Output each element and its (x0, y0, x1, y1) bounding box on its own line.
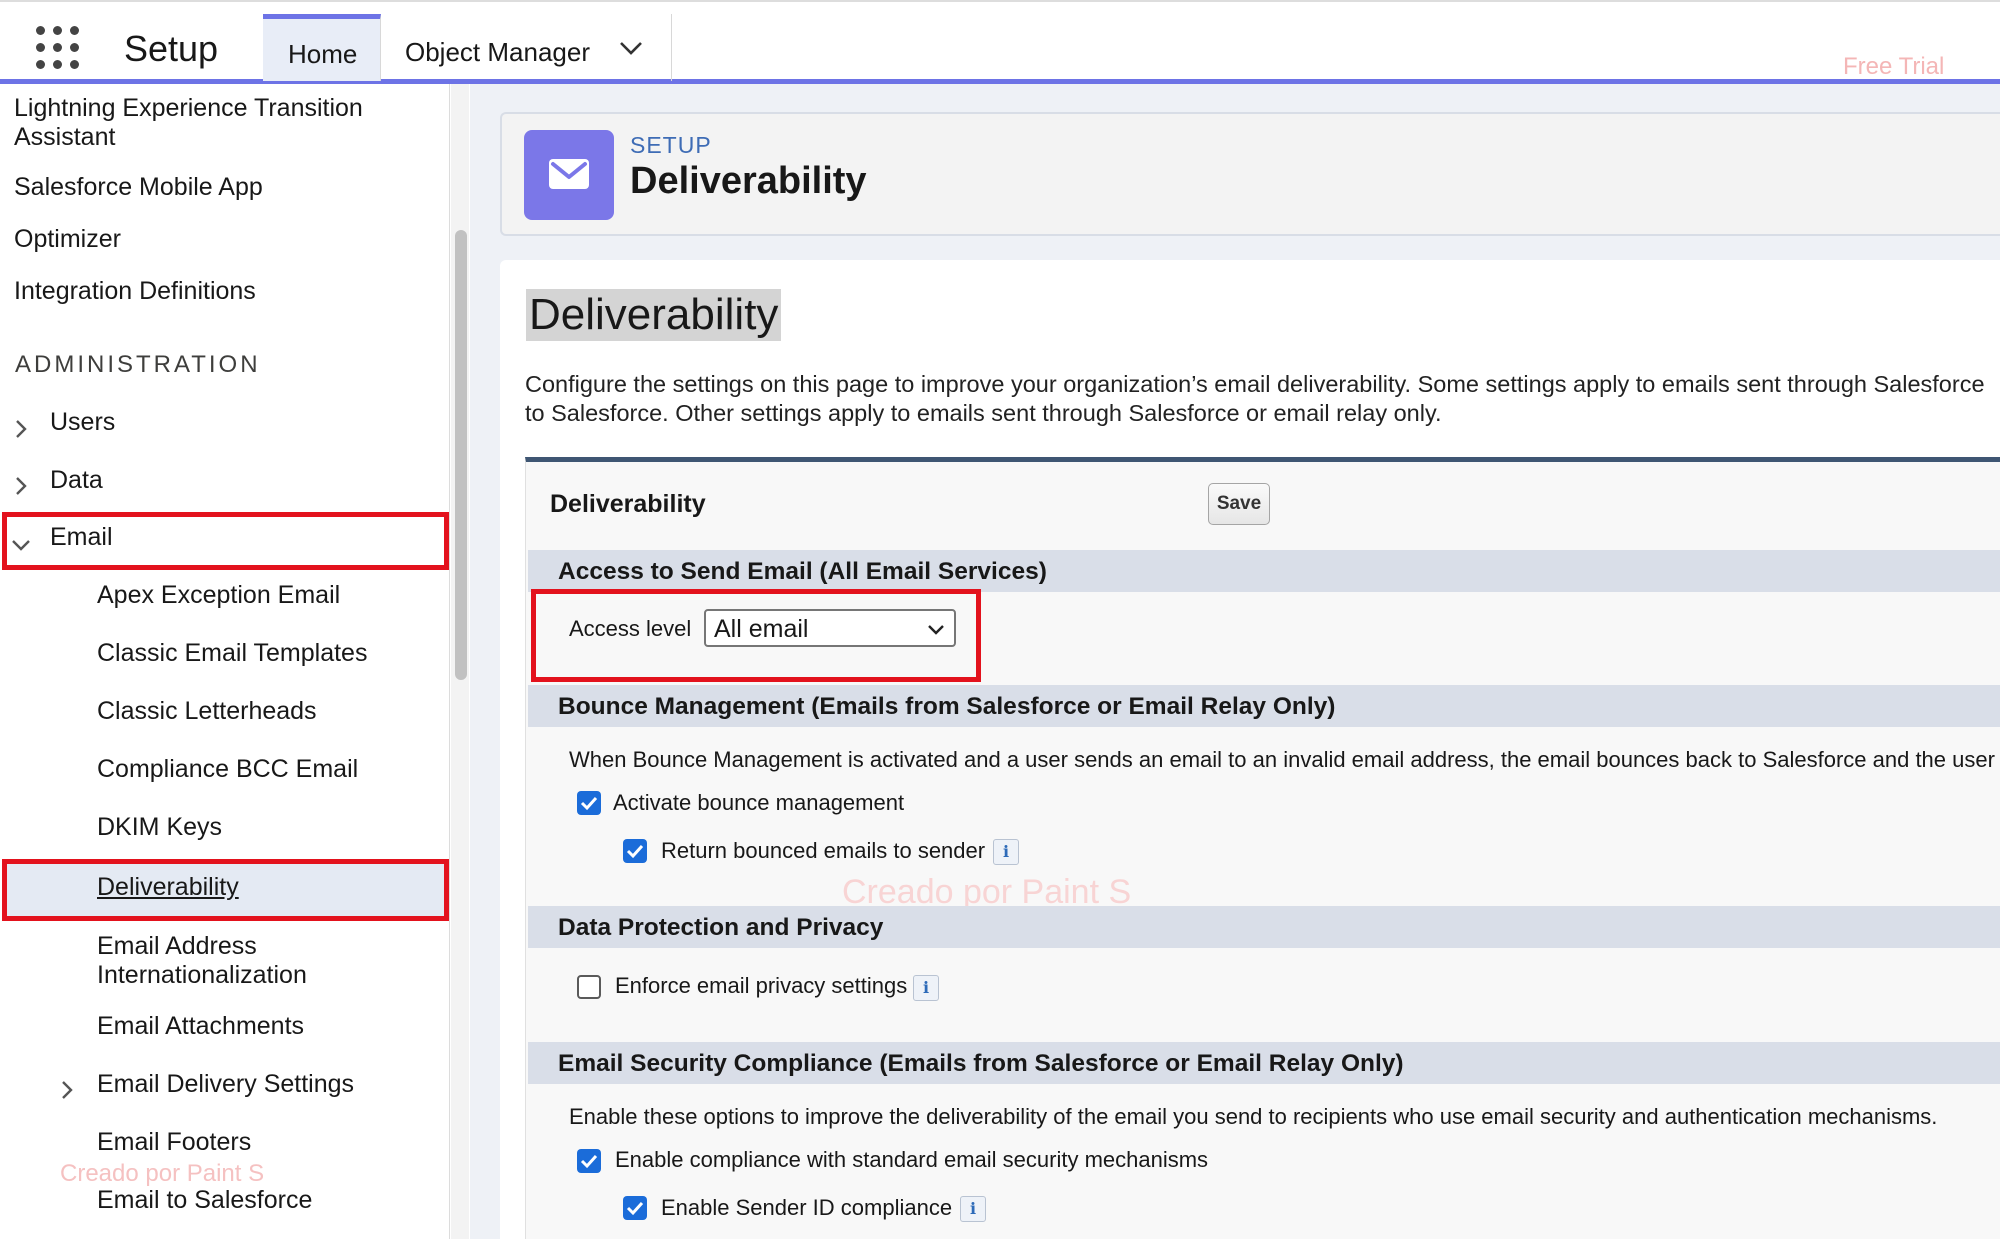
section-bounce-header: Bounce Management (Emails from Salesforc… (528, 685, 2000, 727)
deliverability-highlight-box (2, 859, 449, 921)
tab-object-manager-label: Object Manager (405, 37, 590, 67)
sidebar-item-data[interactable]: Data (50, 466, 103, 495)
sidebar-item-dkim-keys[interactable]: DKIM Keys (97, 813, 222, 842)
section-compliance-header: Email Security Compliance (Emails from S… (528, 1042, 2000, 1084)
info-icon[interactable]: i (993, 839, 1019, 865)
compliance-description: Enable these options to improve the deli… (569, 1104, 1938, 1129)
sidebar-item-apex-exception-email[interactable]: Apex Exception Email (97, 581, 340, 610)
sidebar-item-compliance-bcc-email[interactable]: Compliance BCC Email (97, 755, 358, 784)
email-highlight-box (2, 512, 449, 570)
standard-compliance-checkbox[interactable] (577, 1149, 601, 1173)
tab-home-label: Home (288, 39, 358, 69)
sidebar-item-mobile-app[interactable]: Salesforce Mobile App (14, 173, 263, 202)
sidebar-item-email-footers[interactable]: Email Footers (97, 1128, 251, 1157)
enforce-privacy-checkbox[interactable] (577, 975, 601, 999)
sidebar-item-email-address-internationalization[interactable]: Email Address Internationalization (97, 932, 417, 990)
section-access-title: Access to Send Email (All Email Services… (558, 558, 1047, 585)
bounce-description: When Bounce Management is activated and … (569, 747, 1995, 772)
return-bounced-label: Return bounced emails to sender (661, 838, 986, 863)
panel-title: Deliverability (550, 490, 706, 518)
activate-bounce-label: Activate bounce management (613, 790, 905, 815)
section-bounce-title: Bounce Management (Emails from Salesforc… (558, 693, 1336, 720)
standard-compliance-label: Enable compliance with standard email se… (615, 1147, 1209, 1172)
sidebar-item-users[interactable]: Users (50, 408, 115, 437)
tab-home[interactable]: Home (263, 14, 381, 81)
info-icon[interactable]: i (960, 1196, 986, 1222)
header-eyebrow: SETUP (630, 132, 712, 158)
sender-id-checkbox[interactable] (623, 1196, 647, 1220)
section-privacy-title: Data Protection and Privacy (558, 914, 884, 941)
checkmark-icon (580, 1154, 598, 1169)
chevron-right-icon[interactable] (14, 475, 28, 497)
sidebar-scrollbar-thumb[interactable] (455, 230, 467, 680)
sidebar-item-email-to-salesforce[interactable]: Email to Salesforce (97, 1186, 312, 1215)
checkmark-icon (580, 796, 598, 811)
checkmark-icon (626, 1201, 644, 1216)
sidebar-item-classic-letterheads[interactable]: Classic Letterheads (97, 697, 317, 726)
sidebar-item-classic-email-templates[interactable]: Classic Email Templates (97, 639, 367, 668)
sidebar-section-administration: ADMINISTRATION (15, 351, 261, 378)
section-compliance-title: Email Security Compliance (Emails from S… (558, 1050, 1404, 1077)
section-access-header: Access to Send Email (All Email Services… (528, 550, 2000, 592)
email-icon (524, 130, 614, 220)
enforce-privacy-label: Enforce email privacy settings (615, 973, 908, 998)
global-header: Setup Home Object Manager Free Trial (0, 0, 2000, 84)
return-bounced-checkbox[interactable] (623, 839, 647, 863)
page-description-line-1: Configure the settings on this page to i… (525, 371, 1985, 397)
free-trial-label: Free Trial (1843, 53, 1945, 80)
activate-bounce-checkbox[interactable] (577, 791, 601, 815)
section-privacy-header: Data Protection and Privacy (528, 906, 2000, 948)
app-launcher-icon[interactable] (36, 26, 80, 70)
chevron-down-icon[interactable] (618, 39, 644, 57)
sidebar-item-optimizer[interactable]: Optimizer (14, 225, 121, 254)
access-level-highlight-box (531, 589, 981, 682)
app-title: Setup (124, 28, 219, 69)
sidebar-item-integration-definitions[interactable]: Integration Definitions (14, 277, 256, 306)
info-icon[interactable]: i (913, 975, 939, 1001)
checkmark-icon (626, 844, 644, 859)
chevron-right-icon[interactable] (14, 418, 28, 440)
sidebar-item-email-attachments[interactable]: Email Attachments (97, 1012, 304, 1041)
page-title: Deliverability (526, 289, 782, 341)
header-title: Deliverability (630, 160, 867, 202)
page-description-line-2: to Salesforce. Other settings apply to e… (525, 400, 1442, 426)
save-button[interactable]: Save (1208, 483, 1270, 525)
sender-id-label: Enable Sender ID compliance (661, 1195, 953, 1220)
tab-object-manager[interactable]: Object Manager (382, 14, 672, 81)
chevron-right-icon[interactable] (60, 1079, 74, 1101)
sidebar-item-transition-assistant[interactable]: Lightning Experience Transition Assistan… (14, 94, 434, 152)
sidebar-item-email-delivery-settings[interactable]: Email Delivery Settings (97, 1070, 354, 1099)
setup-sidebar: Lightning Experience Transition Assistan… (0, 84, 450, 1239)
page-description: Configure the settings on this page to i… (525, 370, 2000, 428)
watermark-text: Creado por Paint S (60, 1160, 265, 1187)
